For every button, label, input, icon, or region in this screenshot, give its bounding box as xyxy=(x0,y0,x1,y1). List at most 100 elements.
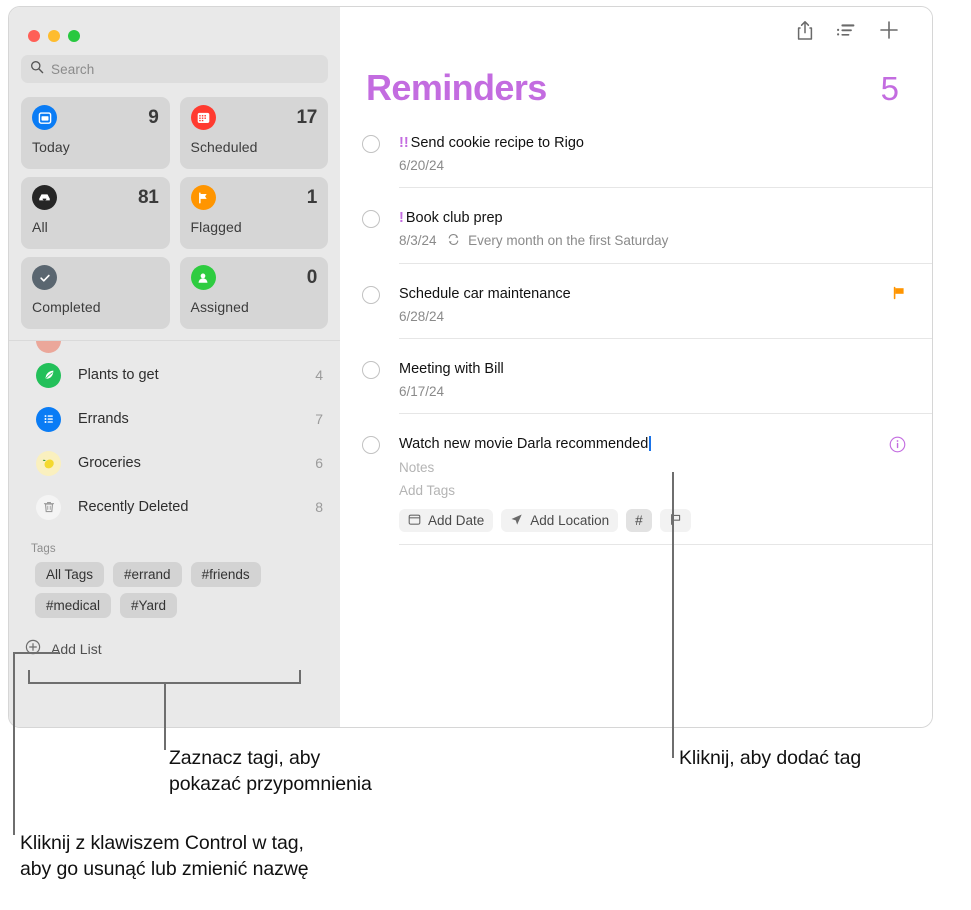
list-item-plants-to-get[interactable]: Plants to get 4 xyxy=(9,353,340,397)
smart-list-label: Flagged xyxy=(190,219,242,235)
tag-errand[interactable]: #errand xyxy=(113,562,182,587)
calendar-today-icon xyxy=(32,105,57,130)
search-placeholder: Search xyxy=(51,61,95,77)
smart-list-label: All xyxy=(32,219,48,235)
reminder-content: !! Send cookie recipe to Rigo 6/20/24 xyxy=(399,133,932,188)
flag-indicator[interactable] xyxy=(892,286,906,305)
smart-list-assigned[interactable]: 0 Assigned xyxy=(179,257,328,329)
priority-marker: ! xyxy=(399,210,404,226)
reminder-title: Meeting with Bill xyxy=(399,361,504,377)
reminder-row[interactable]: !! Send cookie recipe to Rigo 6/20/24 xyxy=(340,123,932,198)
complete-toggle[interactable] xyxy=(362,436,380,454)
trash-icon xyxy=(36,494,61,520)
window-traffic-lights xyxy=(9,7,340,55)
smart-lists-grid: 9 Today 17 Scheduled 81 All 1 Flagged Co… xyxy=(9,83,340,329)
text-caret xyxy=(649,436,651,451)
reminder-row[interactable]: Schedule car maintenance 6/28/24 xyxy=(340,274,932,349)
tags-container: All Tags #errand #friends #medical #Yard xyxy=(9,562,340,618)
tag-all-tags[interactable]: All Tags xyxy=(35,562,105,587)
complete-toggle[interactable] xyxy=(362,210,380,228)
info-button[interactable] xyxy=(889,436,906,458)
tag-medical[interactable]: #medical xyxy=(35,593,112,618)
list-sort-icon[interactable] xyxy=(836,22,856,39)
reminder-row[interactable]: ! Book club prep 8/3/24 Every month on t… xyxy=(340,198,932,274)
reminder-meta: 8/3/24 Every month on the first Saturday xyxy=(399,232,914,251)
search-container: Search xyxy=(9,55,340,83)
hash-icon: # xyxy=(635,513,643,528)
list-item-count: 4 xyxy=(315,367,323,383)
repeat-icon xyxy=(447,234,464,249)
list-partial-icon xyxy=(36,341,61,353)
complete-toggle[interactable] xyxy=(362,135,380,153)
person-icon xyxy=(190,265,216,290)
reminder-content: ! Book club prep 8/3/24 Every month on t… xyxy=(399,208,932,264)
add-date-button[interactable]: Add Date xyxy=(399,509,494,532)
smart-list-count: 81 xyxy=(137,186,159,208)
add-tag-callout-stem xyxy=(672,472,674,758)
lists-section: Plants to get 4 Errands 7 Groceries 6 Re… xyxy=(9,340,340,727)
tags-callout-stem xyxy=(164,682,166,750)
search-input[interactable]: Search xyxy=(21,55,328,83)
calendar-icon xyxy=(408,513,421,529)
share-icon[interactable] xyxy=(796,20,814,41)
reminder-title-input[interactable]: Watch new movie Darla recommended xyxy=(399,434,914,454)
smart-list-count: 1 xyxy=(306,186,318,208)
notes-input[interactable]: Notes xyxy=(399,458,914,477)
reminder-title-line: Schedule car maintenance xyxy=(399,284,914,304)
reminder-title-line: Meeting with Bill xyxy=(399,359,914,379)
reminder-date: 6/28/24 xyxy=(399,309,445,324)
inbox-all-icon xyxy=(32,185,57,210)
checkmark-icon xyxy=(32,265,57,290)
list-item-partial[interactable] xyxy=(9,341,340,353)
tag-yard[interactable]: #Yard xyxy=(120,593,178,618)
smart-list-completed[interactable]: Completed xyxy=(21,257,170,329)
complete-toggle[interactable] xyxy=(362,361,380,379)
control-click-callout-stem xyxy=(13,652,15,835)
reminders-list: !! Send cookie recipe to Rigo 6/20/24 ! Bo… xyxy=(340,123,932,555)
smart-list-flagged[interactable]: 1 Flagged xyxy=(179,177,328,249)
location-arrow-icon xyxy=(510,513,523,529)
list-item-recently-deleted[interactable]: Recently Deleted 8 xyxy=(9,485,340,529)
reminder-title: Send cookie recipe to Rigo xyxy=(410,135,584,151)
smart-list-label: Scheduled xyxy=(190,139,258,155)
smart-list-today[interactable]: 9 Today xyxy=(21,97,170,169)
complete-toggle[interactable] xyxy=(362,286,380,304)
reminder-date: 6/20/24 xyxy=(399,158,445,173)
list-item-count: 8 xyxy=(315,499,323,515)
zoom-button[interactable] xyxy=(68,30,80,42)
tags-bracket-right-tick xyxy=(299,670,301,684)
add-tag-button[interactable]: # xyxy=(626,509,652,532)
add-list-button[interactable]: Add List xyxy=(9,628,340,670)
smart-list-scheduled[interactable]: 17 Scheduled xyxy=(179,97,328,169)
reminder-title-line: !! Send cookie recipe to Rigo xyxy=(399,133,914,153)
reminder-row[interactable]: Meeting with Bill 6/17/24 xyxy=(340,349,932,424)
reminder-title: Book club prep xyxy=(405,210,503,226)
add-tag-callout-text: Kliknij, aby dodać tag xyxy=(679,745,971,771)
minimize-button[interactable] xyxy=(48,30,60,42)
list-item-label: Recently Deleted xyxy=(78,499,189,515)
close-button[interactable] xyxy=(28,30,40,42)
tag-friends[interactable]: #friends xyxy=(190,562,261,587)
control-click-callout-line1: Kliknij z klawiszem Control w tag, xyxy=(20,832,304,854)
control-click-callout-text: Kliknij z klawiszem Control w tag, aby g… xyxy=(20,830,540,882)
reminder-row-editing[interactable]: Watch new movie Darla recommended Notes … xyxy=(340,424,932,555)
add-date-label: Add Date xyxy=(428,513,485,528)
smart-list-all[interactable]: 81 All xyxy=(21,177,170,249)
tags-bracket-left-tick xyxy=(28,670,30,684)
list-item-errands[interactable]: Errands 7 xyxy=(9,397,340,441)
add-tags-input[interactable]: Add Tags xyxy=(399,481,914,500)
add-location-label: Add Location xyxy=(530,513,610,528)
reminders-window: Search 9 Today 17 Scheduled 81 All 1 Fla… xyxy=(8,6,933,728)
list-item-label: Errands xyxy=(78,411,129,427)
list-item-label: Plants to get xyxy=(78,367,159,383)
tags-callout-line1: Zaznacz tagi, aby xyxy=(169,747,321,769)
add-location-button[interactable]: Add Location xyxy=(501,509,619,532)
reminder-content: Meeting with Bill 6/17/24 xyxy=(399,359,932,414)
smart-list-label: Today xyxy=(32,139,70,155)
plus-icon[interactable] xyxy=(878,19,900,41)
reminder-title: Watch new movie Darla recommended xyxy=(399,436,649,452)
editor-actions: Add Date Add Location # xyxy=(399,509,914,532)
control-click-elbow-horizontal xyxy=(13,652,59,654)
list-item-groceries[interactable]: Groceries 6 xyxy=(9,441,340,485)
flag-button[interactable] xyxy=(659,509,691,532)
